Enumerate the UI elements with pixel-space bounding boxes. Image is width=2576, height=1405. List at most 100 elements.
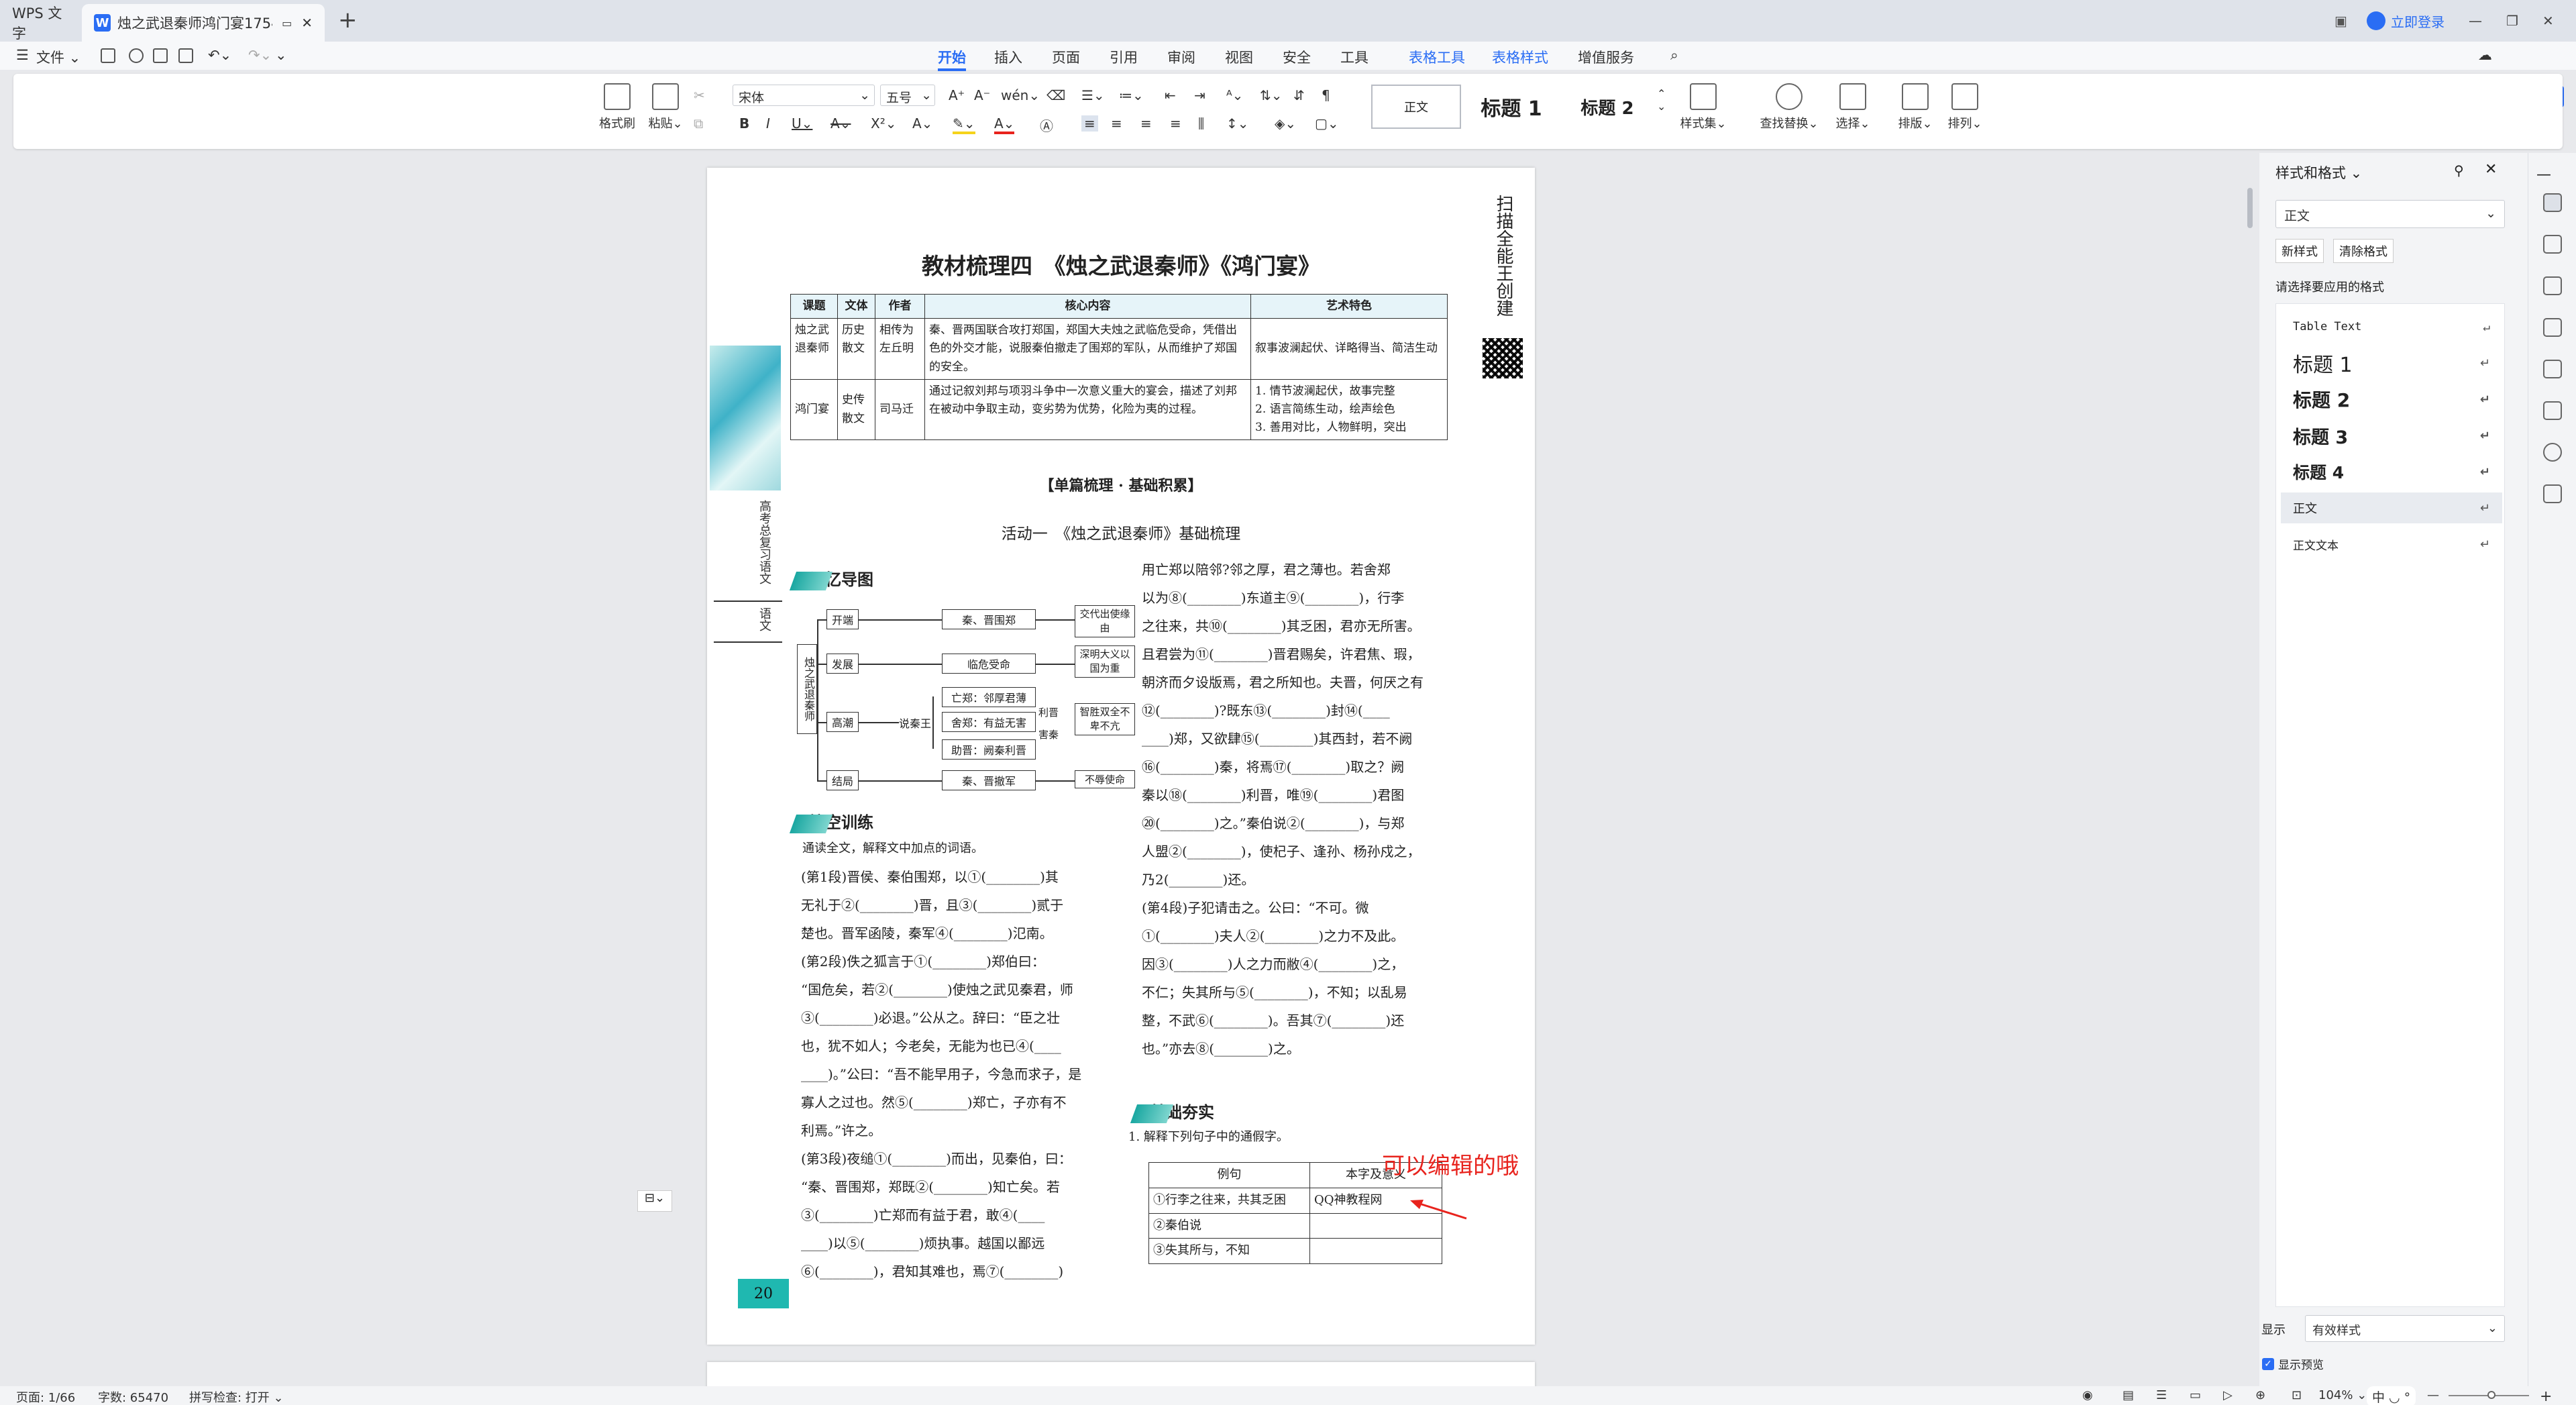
web-view-icon[interactable]: ⊕	[2255, 1388, 2265, 1402]
superscript-icon[interactable]: X²⌄	[871, 115, 896, 132]
window-layout-icon[interactable]: ▣	[2334, 0, 2347, 42]
style-item-body-text[interactable]: 正文文本 ↵	[2281, 529, 2502, 560]
find-replace-button[interactable]: 查找替换⌄	[1752, 83, 1826, 132]
sort-icon[interactable]: ⇵	[1293, 87, 1305, 103]
tab-review[interactable]: 审阅	[1167, 47, 1195, 67]
tab-wps-home[interactable]: WPS 文字	[0, 4, 79, 42]
tab-table-tools[interactable]: 表格工具	[1409, 47, 1465, 67]
outline-view-icon[interactable]: ☰	[2156, 1388, 2167, 1402]
current-style-select[interactable]: 正文 ⌄	[2275, 200, 2505, 228]
tab-home[interactable]: 开始	[938, 47, 966, 71]
vertical-ruler-icon[interactable]: ⊟⌄	[637, 1190, 672, 1212]
align-left-icon[interactable]: ≡	[1081, 115, 1098, 132]
font-size-select[interactable]: 五号 ⌄	[880, 85, 935, 106]
table-cell[interactable]: 史传散文	[837, 378, 875, 441]
text-line[interactable]: (第1段)晋侯、秦伯围郑，以①(________)其	[801, 863, 1143, 891]
style-set-button[interactable]: 样式集⌄	[1673, 83, 1733, 132]
italic-icon[interactable]: I	[766, 115, 770, 132]
distribute-icon[interactable]: ⫼	[1198, 115, 1204, 132]
fit-icon[interactable]: ⊡	[2292, 1388, 2302, 1402]
history-icon[interactable]	[2543, 443, 2562, 462]
eraser-icon[interactable]: ⌫	[1046, 87, 1065, 103]
cloud-icon[interactable]: ☁	[2478, 47, 2492, 63]
pin-icon[interactable]: ⚲	[2454, 162, 2464, 178]
tab-value-added[interactable]: 增值服务	[1578, 47, 1634, 67]
minimize-icon[interactable]: —	[2469, 0, 2482, 42]
align-right-icon[interactable]: ≡	[1140, 115, 1152, 132]
table-cell[interactable]	[1309, 1238, 1442, 1265]
justify-icon[interactable]: ≡	[1170, 115, 1181, 132]
increase-indent-icon[interactable]: ⇥	[1194, 87, 1205, 103]
text-direction-icon[interactable]: ᴬ⌄	[1226, 87, 1243, 103]
style-item-table-text[interactable]: Table Text ↵	[2281, 311, 2502, 342]
style-item-heading4[interactable]: 标题 4 ↵	[2281, 456, 2502, 487]
table-cell[interactable]: 叙事波澜起伏、详略得当、简洁生动	[1250, 318, 1448, 380]
code-icon[interactable]	[2543, 360, 2562, 378]
export-icon[interactable]	[129, 48, 144, 63]
text-line[interactable]: 用亡郑以陪邻?邻之厚，君之薄也。若舍郑	[1142, 556, 1457, 584]
style-normal[interactable]: 正文	[1371, 85, 1461, 129]
table-cell[interactable]: 历史散文	[837, 318, 875, 380]
login-button[interactable]: 立即登录	[2367, 0, 2445, 42]
undo-icon[interactable]: ↶⌄	[208, 47, 231, 63]
text-line[interactable]: ③(________)亡郑而有益于君，敢④(____	[801, 1201, 1143, 1229]
highlight-icon[interactable]: ✎⌄	[953, 115, 975, 134]
table-cell[interactable]: 烛之武退秦师	[790, 318, 838, 380]
tab-insert[interactable]: 插入	[994, 47, 1022, 67]
spell-check[interactable]: 拼写检查: 打开 ⌄	[189, 1388, 284, 1405]
text-line[interactable]: 朝济而夕设版焉，君之所知也。夫晋，何厌之有	[1142, 668, 1457, 696]
text-line[interactable]: (第4段)子犯请击之。公曰：“不可。微	[1142, 894, 1457, 922]
table-cell[interactable]: ①行李之往来，共其乏困	[1148, 1187, 1310, 1214]
line-spacing-icon[interactable]: ↕⌄	[1226, 115, 1249, 132]
text-line[interactable]: ____)。”公曰：“吾不能早用子，今急而求子，是	[801, 1060, 1143, 1088]
strikethrough-icon[interactable]: A⌄	[830, 115, 851, 132]
shading-icon[interactable]: ◈⌄	[1275, 115, 1296, 132]
right-column-text[interactable]: 用亡郑以陪邻?邻之厚，君之薄也。若舍郑 以为⑧(________)东道主⑨(___…	[1142, 556, 1457, 1063]
layout-button[interactable]: 排版⌄	[1892, 83, 1939, 132]
copy-icon[interactable]: ⧉	[694, 115, 703, 132]
summary-table[interactable]: 课题 文体 作者 核心内容 艺术特色 烛之武退秦师 历史散文 相传为左丘明 秦、…	[790, 293, 1448, 441]
restore-icon[interactable]: ❐	[2506, 0, 2518, 42]
text-line[interactable]: 秦以⑱(________)利晋，唯⑲(________)君图	[1142, 781, 1457, 809]
font-color-icon[interactable]: A⌄	[994, 115, 1015, 134]
tab-tools[interactable]: 工具	[1340, 47, 1368, 67]
text-line[interactable]: 乃2(________)还。	[1142, 866, 1457, 894]
translate-icon[interactable]	[2543, 318, 2562, 337]
style-item-heading3[interactable]: 标题 3 ↵	[2281, 420, 2502, 451]
save-icon[interactable]	[101, 48, 115, 63]
styles-pen-icon[interactable]	[2543, 193, 2562, 212]
select-pointer-icon[interactable]	[2543, 235, 2562, 254]
eye-icon[interactable]: ◉	[2082, 1388, 2093, 1402]
table-cell[interactable]: 秦、晋两国联合攻打郑国，郑国大夫烛之武临危受命，凭借出色的外交才能，说服秦伯撤走…	[924, 318, 1251, 380]
collapse-icon[interactable]: —	[2536, 166, 2551, 183]
tab-reference[interactable]: 引用	[1110, 47, 1138, 67]
style-heading2[interactable]: 标题 2	[1560, 85, 1654, 129]
print-preview-icon[interactable]	[178, 48, 193, 63]
text-line[interactable]: 无礼于②(________)晋，且③(________)贰于	[801, 891, 1143, 919]
preview-checkbox[interactable]: ✓ 显示预览	[2262, 1355, 2324, 1372]
text-line[interactable]: ⑫(________)?既东⑬(________)封⑭(____	[1142, 696, 1457, 725]
arrange-button[interactable]: 排列⌄	[1941, 83, 1988, 132]
text-line[interactable]: 以为⑧(________)东道主⑨(________)，行李	[1142, 584, 1457, 612]
align-center-icon[interactable]: ≡	[1111, 115, 1122, 132]
cut-icon[interactable]: ✂	[694, 87, 705, 103]
page-indicator[interactable]: 页面: 1/66	[16, 1388, 75, 1405]
text-line[interactable]: ⑳(________)之。”秦伯说②(________)，与郑	[1142, 809, 1457, 837]
text-line[interactable]: 楚也。晋军函陵，秦军④(________)氾南。	[801, 919, 1143, 947]
table-cell[interactable]: 司马迁	[875, 378, 925, 441]
close-tab-icon[interactable]: ✕	[301, 15, 313, 31]
redo-icon[interactable]: ↷⌄	[248, 47, 272, 63]
new-tab-button[interactable]: +	[338, 7, 358, 34]
text-line[interactable]: 人盟②(________)，使杞子、逢孙、杨孙戍之，	[1142, 837, 1457, 866]
menu-file[interactable]: 文件 ⌄	[36, 47, 80, 67]
table-cell[interactable]: 1. 情节波澜起伏，故事完整 2. 语言简练生动，绘声绘色 3. 善用对比，人物…	[1250, 378, 1448, 441]
table-cell[interactable]: 鸿门宴	[790, 378, 838, 441]
style-item-heading2[interactable]: 标题 2 ↵	[2281, 384, 2502, 415]
style-item-normal[interactable]: 正文 ↵	[2281, 492, 2502, 523]
underline-icon[interactable]: U⌄	[792, 115, 812, 132]
text-line[interactable]: ____)以⑤(________)烦执事。越国以鄙远	[801, 1229, 1143, 1257]
bullets-icon[interactable]: ☰⌄	[1081, 87, 1105, 103]
text-line[interactable]: ⑯(________)秦，将焉⑰(________)取之？阙	[1142, 753, 1457, 781]
zoom-level[interactable]: 104% ⌄	[2318, 1388, 2367, 1402]
more-icon[interactable]: ⌄	[275, 47, 287, 63]
